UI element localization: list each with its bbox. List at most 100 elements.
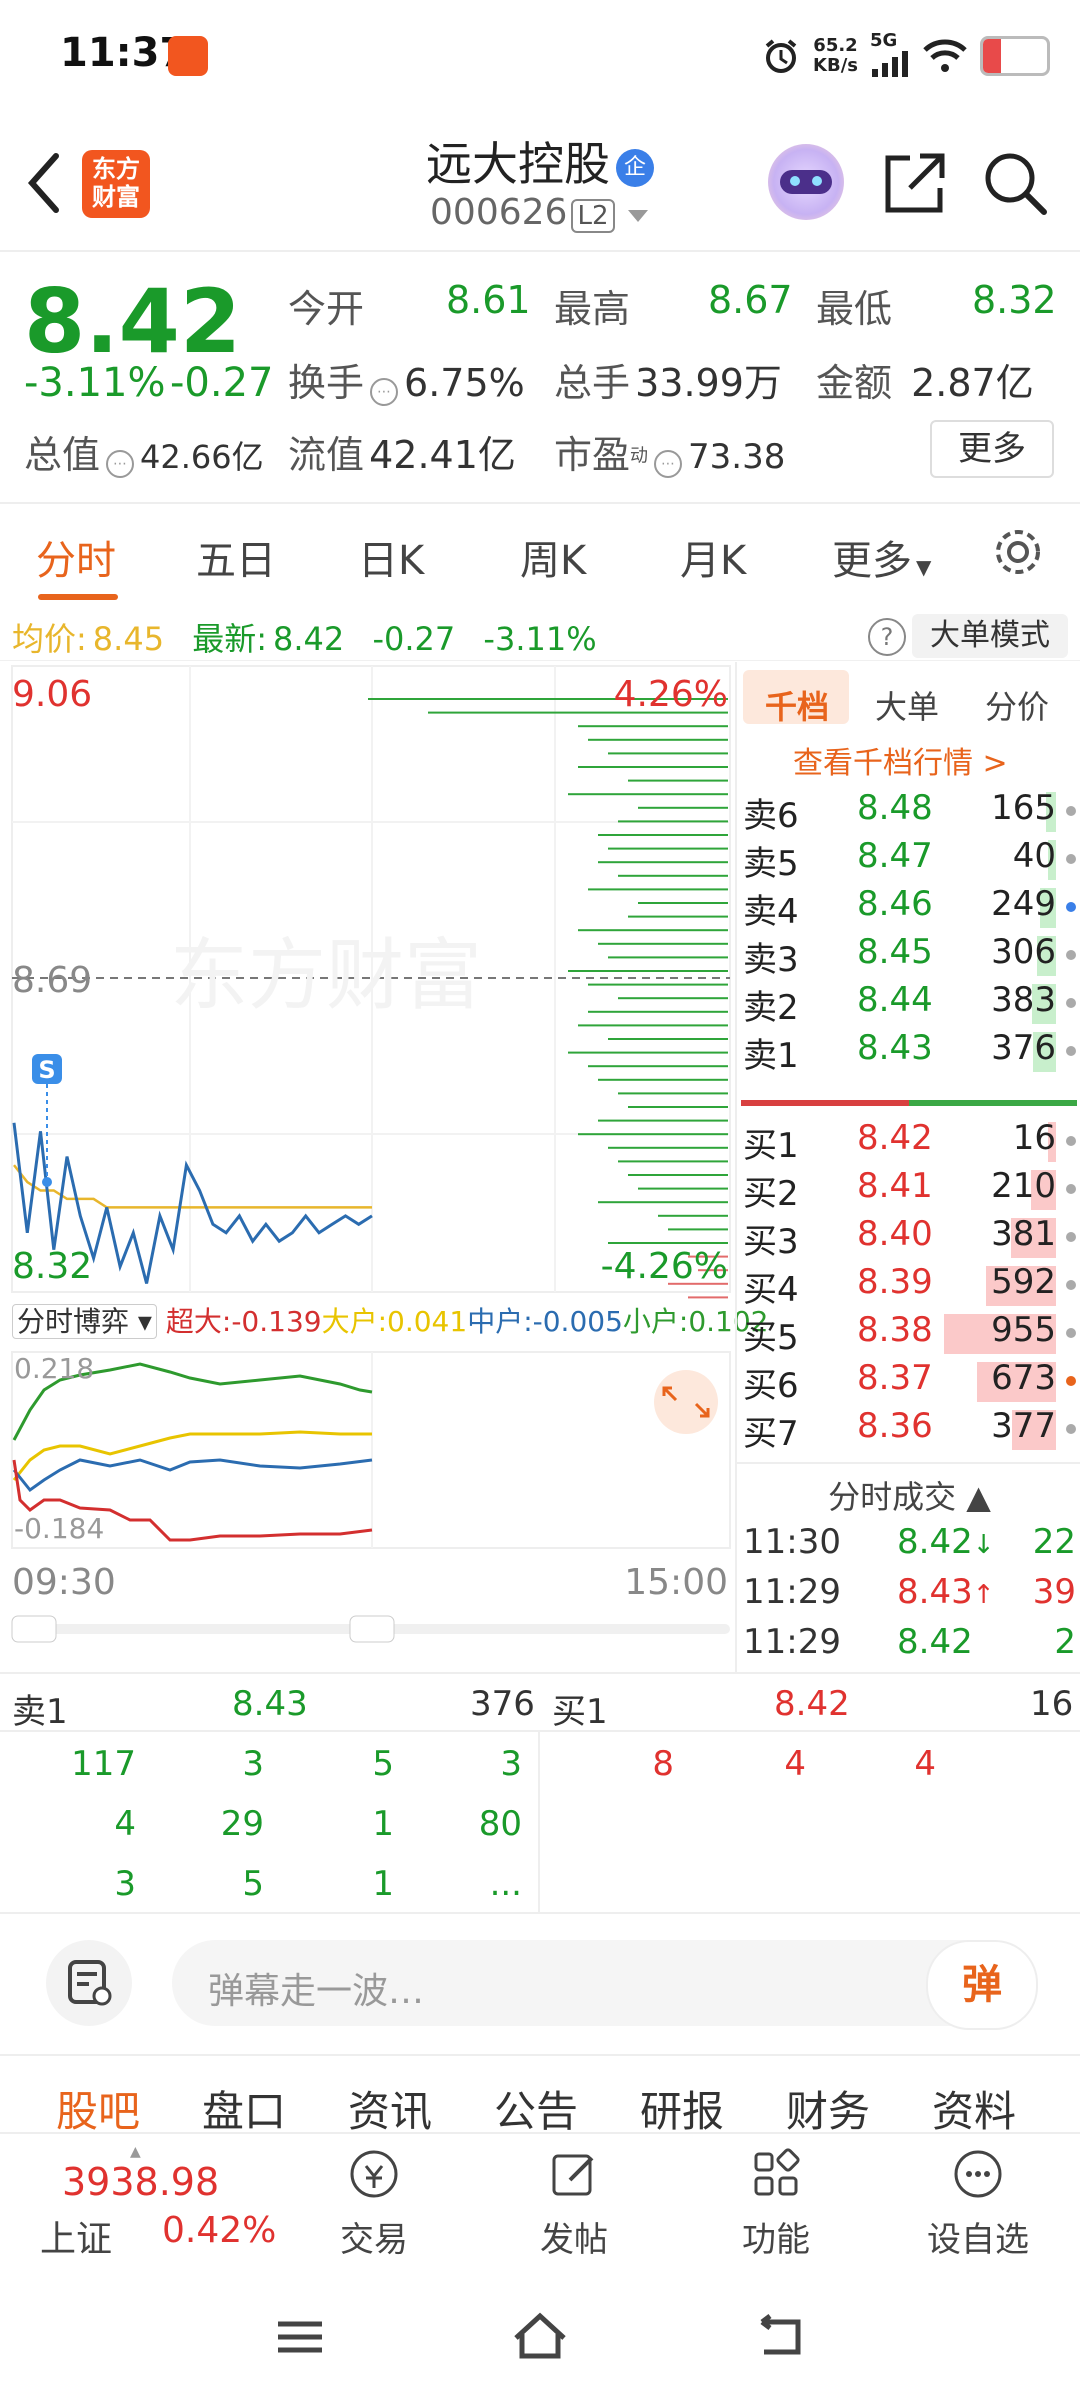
sell-level-price: 8.43 xyxy=(857,1028,933,1068)
tab-daily-k[interactable]: 日K xyxy=(358,528,424,586)
buy-level-price: 8.39 xyxy=(857,1262,933,1302)
view-levels-link[interactable]: 查看千档行情 > xyxy=(793,738,1008,782)
fund-flow-legend: 分时博弈 ▾ 超大:-0.139大户:0.041中户:-0.005小户:0.10… xyxy=(12,1300,768,1344)
depth-bar xyxy=(608,1242,728,1244)
index-name[interactable]: 上证 xyxy=(40,2210,112,2262)
expand-icon[interactable] xyxy=(654,1370,718,1434)
net-speed: 65.2 KB/s xyxy=(813,35,858,76)
queue-buy-order: 8 xyxy=(652,1744,674,1784)
buy-level-row[interactable]: 买4 8.39 592 xyxy=(737,1262,1080,1310)
average-price-line xyxy=(13,1164,372,1209)
tab-market-depth[interactable]: 盘口 xyxy=(202,2078,286,2139)
depth-bar xyxy=(578,1024,728,1027)
sell-level-row[interactable]: 卖6 8.48 165 xyxy=(737,788,1080,836)
depth-bar xyxy=(568,793,728,796)
tab-monthly-k[interactable]: 月K xyxy=(680,528,746,586)
content-tabs: 股吧 盘口 资讯 公告 研报 财务 资料 xyxy=(0,2052,1080,2136)
tab-news[interactable]: 资讯 xyxy=(348,2078,432,2139)
tab-thousand-levels[interactable]: 千档 xyxy=(765,682,829,728)
amount: 金额 2.87亿 xyxy=(816,361,1034,405)
danmaku-settings-icon[interactable] xyxy=(46,1940,132,2026)
tick-arrow-icon: ↑ xyxy=(972,1580,995,1610)
caret-down-icon: ▼ xyxy=(916,555,932,579)
info-icon[interactable]: ⋯ xyxy=(106,450,135,478)
status-dot xyxy=(1066,902,1076,912)
index-value[interactable]: 3938.98 xyxy=(62,2160,219,2204)
depth-bar xyxy=(598,861,728,864)
tab-announcements[interactable]: 公告 xyxy=(494,2078,578,2139)
wifi-icon xyxy=(923,39,967,72)
buy-level-row[interactable]: 买6 8.37 673 xyxy=(737,1358,1080,1406)
danmaku-send-button[interactable]: 弹 xyxy=(926,1940,1038,2030)
tab-forum[interactable]: 股吧 xyxy=(56,2078,140,2139)
tab-profile[interactable]: 资料 xyxy=(932,2078,1016,2139)
buy-level-row[interactable]: 买2 8.41 210 xyxy=(737,1166,1080,1214)
sell-level-row[interactable]: 卖3 8.45 306 xyxy=(737,932,1080,980)
queue-sell-order: 4 xyxy=(114,1804,136,1844)
tab-weekly-k[interactable]: 周K xyxy=(520,528,586,586)
tab-intraday[interactable]: 分时 xyxy=(36,528,116,586)
more-button[interactable]: 更多 xyxy=(930,420,1054,478)
buy-level-row[interactable]: 买5 8.38 955 xyxy=(737,1310,1080,1358)
sell-level-row[interactable]: 卖1 8.43 376 xyxy=(737,1028,1080,1076)
danmaku-bar: 弹幕走一波… 弹 xyxy=(0,1912,1080,2056)
post-button[interactable]: 发帖 xyxy=(514,2144,634,2261)
range-handle-right[interactable] xyxy=(349,1615,395,1643)
buy-level-price: 8.41 xyxy=(857,1166,933,1206)
high-value: 8.67 xyxy=(708,278,793,322)
depth-bar xyxy=(638,902,728,904)
depth-bar xyxy=(688,1296,728,1299)
tab-reports[interactable]: 研报 xyxy=(640,2078,724,2139)
tab-big-orders[interactable]: 大单 xyxy=(875,682,939,728)
depth-bar xyxy=(598,942,728,945)
big-order-mode-button[interactable]: 大单模式 xyxy=(912,614,1068,658)
range-handle-left[interactable] xyxy=(11,1615,57,1643)
fund-flow-chart[interactable]: 0.218 -0.184 09:30 15:00 xyxy=(0,1350,735,1650)
assistant-robot-icon[interactable] xyxy=(768,144,844,220)
status-dot xyxy=(1066,1046,1076,1056)
buy-level-row[interactable]: 买3 8.40 381 xyxy=(737,1214,1080,1262)
danmaku-input[interactable]: 弹幕走一波… xyxy=(172,1940,1032,2026)
time-start: 09:30 xyxy=(12,1562,116,1603)
add-watchlist-button[interactable]: 设自选 xyxy=(918,2144,1038,2261)
sell-level-label: 卖1 xyxy=(743,1036,799,1076)
price-summary-line: 均价: 8.45 最新: 8.42 -0.27 -3.11% ? 大单模式 xyxy=(0,610,1080,661)
help-icon[interactable]: ? xyxy=(868,618,906,656)
low-label: 最低 xyxy=(816,287,893,331)
share-icon[interactable] xyxy=(880,148,950,218)
tick-volume: 22 xyxy=(1032,1522,1076,1562)
sell-level-row[interactable]: 卖5 8.47 40 xyxy=(737,836,1080,884)
flow-selector[interactable]: 分时博弈 ▾ xyxy=(12,1304,157,1339)
back-nav-icon[interactable] xyxy=(748,2312,808,2362)
tab-more[interactable]: 更多 ▼ xyxy=(832,528,931,586)
depth-bar xyxy=(628,1174,728,1176)
open-label: 今开 xyxy=(288,287,365,331)
depth-bar xyxy=(578,725,728,728)
index-pct[interactable]: 0.42% xyxy=(162,2210,276,2251)
trade-button[interactable]: 交易 xyxy=(314,2144,434,2261)
sell-level-row[interactable]: 卖4 8.46 249 xyxy=(737,884,1080,932)
queue-sell-order: 3 xyxy=(114,1864,136,1904)
functions-button[interactable]: 功能 xyxy=(716,2144,836,2261)
queue-sell-label: 卖1 xyxy=(12,1692,68,1732)
tab-five-day[interactable]: 五日 xyxy=(196,528,276,586)
search-icon[interactable] xyxy=(980,148,1050,218)
info-icon[interactable]: ⋯ xyxy=(654,450,683,478)
high-label: 最高 xyxy=(554,287,631,331)
tab-finance[interactable]: 财务 xyxy=(786,2078,870,2139)
home-icon[interactable] xyxy=(508,2308,572,2364)
depth-bar xyxy=(598,1201,728,1204)
buy-level-row[interactable]: 买1 8.42 16 xyxy=(737,1118,1080,1166)
buy-level-label: 买3 xyxy=(743,1222,799,1262)
menu-icon[interactable] xyxy=(270,2312,330,2362)
ticks-title[interactable]: 分时成交 ▲ xyxy=(737,1472,1080,1518)
gear-icon[interactable] xyxy=(990,524,1046,580)
info-icon[interactable]: ⋯ xyxy=(370,378,399,406)
buy-level-row[interactable]: 买7 8.36 377 xyxy=(737,1406,1080,1454)
sell-level-row[interactable]: 卖2 8.44 383 xyxy=(737,980,1080,1028)
intraday-chart[interactable]: 东方财富 9.06 4.26% 8.69 8.32 -4.26% S 分时博弈 … xyxy=(0,662,768,1672)
sell-level-volume: 249 xyxy=(991,884,1056,924)
flow-bot-value: -0.184 xyxy=(14,1512,104,1545)
tab-price-distribution[interactable]: 分价 xyxy=(985,682,1049,728)
market-cap: 总值 ⋯ 42.66亿 xyxy=(24,433,264,478)
